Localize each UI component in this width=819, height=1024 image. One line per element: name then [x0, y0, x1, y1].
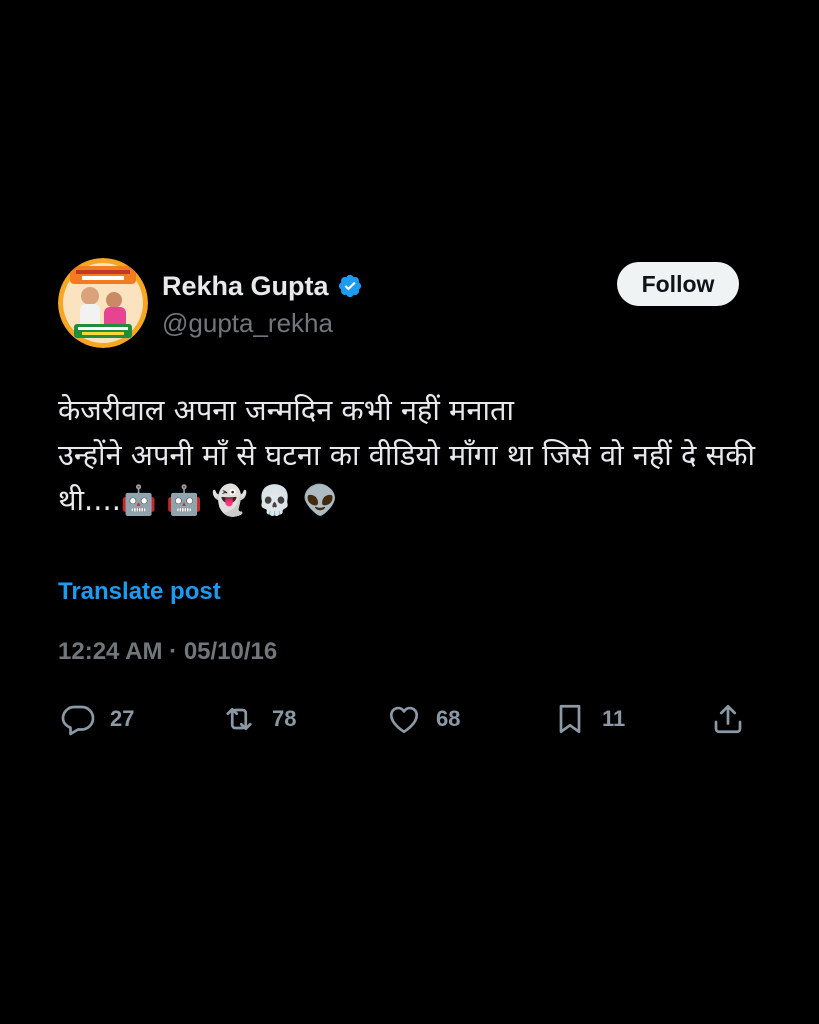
- tweet-timestamp[interactable]: 12:24 AM · 05/10/16: [58, 635, 758, 669]
- tweet-card: Rekha Gupta @gupta_rekha Follow केजरीवाल…: [58, 258, 758, 739]
- author-display-name[interactable]: Rekha Gupta: [162, 268, 329, 304]
- translate-post-link[interactable]: Translate post: [58, 575, 221, 609]
- repost-button[interactable]: 78: [220, 699, 296, 739]
- verified-badge-icon: [337, 273, 363, 299]
- author-info: Rekha Gupta @gupta_rekha: [162, 268, 363, 340]
- comment-bubble-icon: [60, 701, 96, 737]
- author-handle[interactable]: @gupta_rekha: [162, 306, 363, 340]
- share-upload-icon: [710, 701, 746, 737]
- bookmark-count: 11: [602, 706, 626, 731]
- reply-count: 27: [110, 706, 135, 731]
- tweet-header: Rekha Gupta @gupta_rekha Follow: [58, 258, 758, 348]
- share-button[interactable]: [710, 699, 746, 739]
- heart-icon: [386, 701, 422, 737]
- repost-arrows-icon: [220, 701, 258, 737]
- like-button[interactable]: 68: [386, 699, 460, 739]
- repost-count: 78: [272, 706, 297, 731]
- like-count: 68: [436, 706, 461, 731]
- tweet-actions: 27 78 68 11: [58, 699, 758, 739]
- reply-button[interactable]: 27: [60, 699, 134, 739]
- avatar[interactable]: [58, 258, 148, 348]
- follow-button[interactable]: Follow: [617, 262, 739, 306]
- bookmark-icon: [552, 701, 588, 737]
- tweet-text: केजरीवाल अपना जन्मदिन कभी नहीं मनाता उन्…: [58, 393, 756, 517]
- bookmark-button[interactable]: 11: [552, 699, 625, 739]
